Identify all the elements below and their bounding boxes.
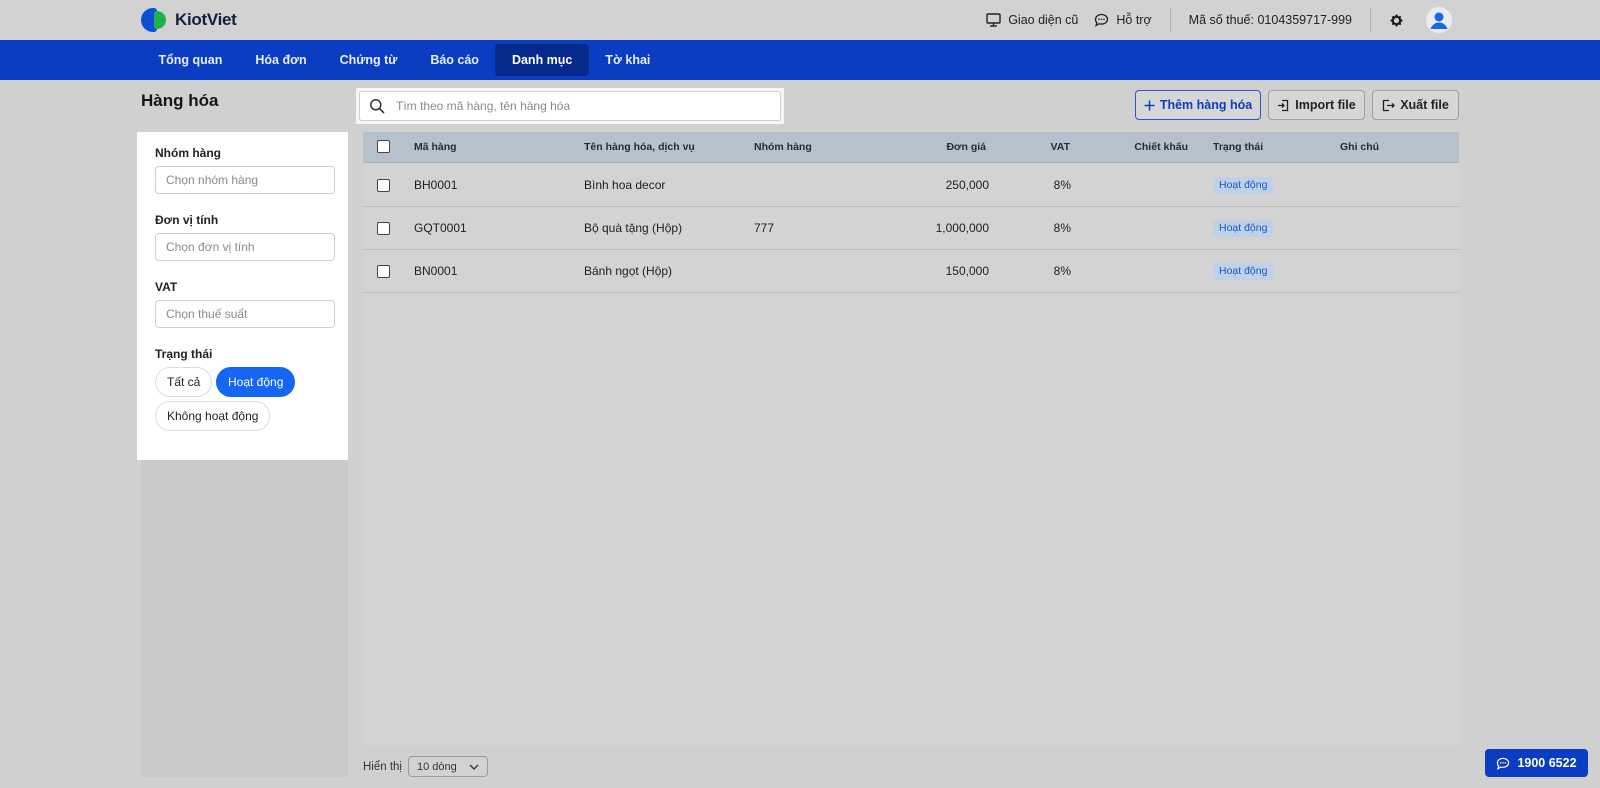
col-discount[interactable]: Chiết khấu [1103, 132, 1188, 163]
col-code[interactable]: Mã hàng [414, 132, 457, 163]
export-icon [1383, 99, 1396, 111]
search-icon [370, 99, 385, 114]
cell-group: 777 [754, 221, 775, 235]
cell-price: 150,000 [945, 264, 989, 278]
legacy-ui-label: Giao diện cũ [1008, 13, 1079, 27]
table-footer: Hiển thị 10 dòng [363, 756, 488, 777]
status-badge: Hoạt động [1213, 263, 1274, 280]
cell-name: Bình hoa decor [584, 178, 666, 192]
export-file-button[interactable]: Xuất file [1372, 90, 1459, 120]
import-file-button[interactable]: Import file [1268, 90, 1365, 120]
col-vat[interactable]: VAT [1023, 132, 1070, 163]
divider [1169, 8, 1171, 32]
kiotviet-logo[interactable]: KiotViet [141, 6, 237, 34]
top-right-menu: Giao diện cũ Hỗ trợ Mã số thuế: 01043597… [970, 0, 1452, 40]
search-box [359, 91, 781, 121]
col-status[interactable]: Trạng thái [1213, 132, 1263, 163]
gear-icon[interactable] [1389, 13, 1404, 28]
cell-code: BN0001 [414, 264, 458, 278]
vat-select[interactable]: Chọn thuế suất [155, 300, 335, 328]
table-row[interactable]: GQT0001 Bộ quà tặng (Hộp) 777 1,000,000 … [363, 207, 1459, 250]
products-table: Mã hàng Tên hàng hóa, dịch vụ Nhóm hàng … [363, 132, 1459, 746]
add-product-label: Thêm hàng hóa [1159, 98, 1253, 112]
chat-bubble-icon [1095, 13, 1109, 27]
import-icon [1278, 99, 1289, 111]
status-filter-label: Trạng thái [155, 347, 213, 361]
support-label: Hỗ trợ [1116, 13, 1152, 27]
chevron-down-icon [469, 764, 479, 770]
user-icon [1430, 12, 1448, 29]
col-group[interactable]: Nhóm hàng [754, 132, 812, 163]
cell-vat: 8% [1053, 264, 1071, 278]
unit-select[interactable]: Chọn đơn vị tính [155, 233, 335, 261]
col-name[interactable]: Tên hàng hóa, dịch vụ [584, 132, 695, 163]
plus-icon [1144, 100, 1155, 110]
search-container [356, 88, 784, 124]
search-input[interactable] [396, 92, 766, 120]
table-header: Mã hàng Tên hàng hóa, dịch vụ Nhóm hàng … [363, 132, 1459, 163]
group-filter-label: Nhóm hàng [155, 146, 221, 160]
support-link[interactable]: Hỗ trợ [1094, 13, 1152, 27]
nav-danh-muc[interactable]: Danh mục [495, 44, 589, 76]
tax-code: Mã số thuế: 0104359717-999 [1188, 13, 1352, 27]
vat-filter-label: VAT [155, 280, 178, 294]
table-row[interactable]: BH0001 Bình hoa decor 250,000 8% Hoạt độ… [363, 164, 1459, 207]
status-badge: Hoạt động [1213, 177, 1274, 194]
select-all-checkbox[interactable] [377, 140, 390, 153]
cell-code: GQT0001 [414, 221, 467, 235]
hotline-button[interactable]: 1900 6522 [1485, 749, 1588, 777]
export-file-label: Xuất file [1400, 98, 1449, 112]
status-chip-all[interactable]: Tất cả [155, 367, 213, 397]
table-row[interactable]: BN0001 Bánh ngọt (Hộp) 150,000 8% Hoạt đ… [363, 250, 1459, 293]
cell-name: Bánh ngọt (Hộp) [584, 264, 673, 278]
status-badge: Hoạt động [1213, 220, 1274, 237]
group-select[interactable]: Chọn nhóm hàng [155, 166, 335, 194]
unit-filter-label: Đơn vị tính [155, 213, 219, 227]
status-chip-active[interactable]: Hoạt động [216, 367, 296, 397]
import-file-label: Import file [1295, 98, 1356, 112]
nav-hoa-don[interactable]: Hóa đơn [239, 44, 323, 76]
cell-price: 1,000,000 [935, 221, 989, 235]
row-checkbox[interactable] [377, 265, 390, 278]
top-bar: KiotViet Giao diện cũ Hỗ trợ Mã số thuế:… [0, 0, 1600, 40]
divider [1370, 8, 1371, 32]
status-chip-inactive[interactable]: Không hoạt động [155, 401, 271, 431]
nav-to-khai[interactable]: Tờ khai [589, 44, 667, 76]
add-product-button[interactable]: Thêm hàng hóa [1135, 90, 1261, 120]
row-checkbox[interactable] [377, 179, 390, 192]
col-price[interactable]: Đơn giá [913, 132, 986, 163]
hotline-number: 1900 6522 [1517, 756, 1577, 770]
filter-panel: Nhóm hàng Chọn nhóm hàng Đơn vị tính Chọ… [137, 132, 348, 460]
page-title: Hàng hóa [141, 91, 219, 110]
monitor-icon [986, 13, 1001, 27]
chat-bubble-icon [1497, 757, 1510, 770]
nav-bao-cao[interactable]: Báo cáo [414, 44, 496, 76]
cell-vat: 8% [1053, 221, 1071, 235]
row-checkbox[interactable] [377, 222, 390, 235]
page-size-select[interactable]: 10 dòng [408, 756, 488, 777]
legacy-ui-link[interactable]: Giao diện cũ [986, 13, 1078, 27]
page-size-label: Hiển thị [363, 760, 402, 773]
brand-name: KiotViet [175, 10, 237, 29]
logo-icon [141, 6, 169, 34]
cell-name: Bộ quà tặng (Hộp) [584, 221, 683, 235]
page-size-value: 10 dòng [417, 760, 457, 773]
col-note[interactable]: Ghi chú [1340, 132, 1379, 163]
cell-price: 250,000 [945, 178, 989, 192]
avatar[interactable] [1426, 7, 1452, 33]
nav-chung-tu[interactable]: Chứng từ [323, 44, 414, 76]
cell-vat: 8% [1053, 178, 1071, 192]
main-nav: Tổng quan Hóa đơn Chứng từ Báo cáo Danh … [0, 40, 1600, 80]
nav-tong-quan[interactable]: Tổng quan [142, 44, 239, 76]
cell-code: BH0001 [414, 178, 458, 192]
